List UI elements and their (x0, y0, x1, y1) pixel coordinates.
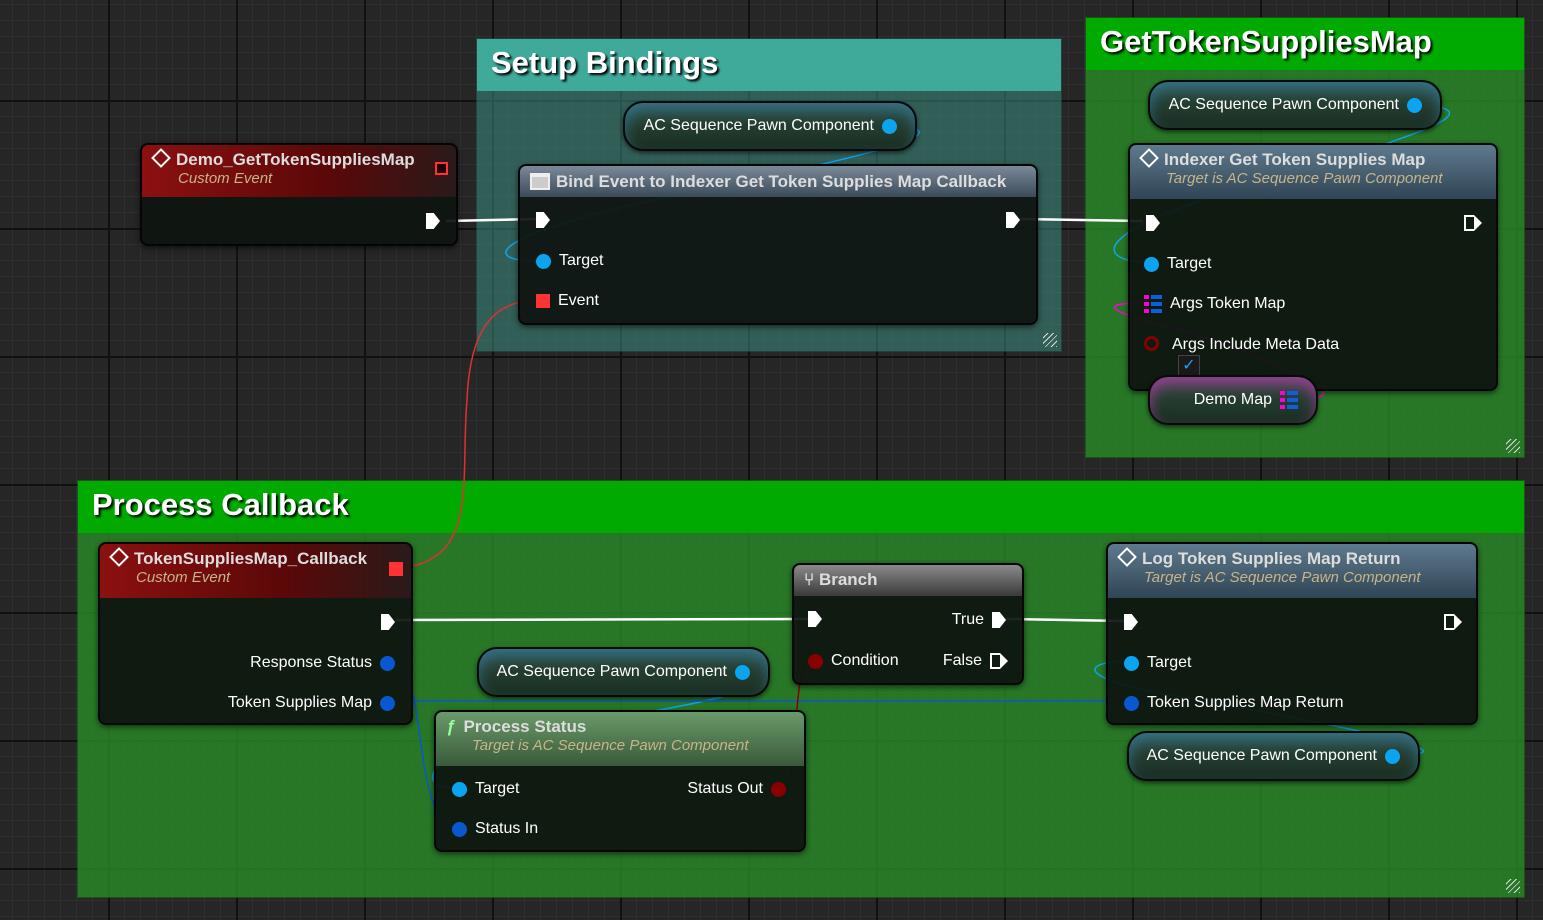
exec-in-pin[interactable] (1124, 614, 1138, 630)
node-header: Demo_GetTokenSuppliesMap Custom Event (142, 145, 456, 197)
pin-label: Event (558, 292, 599, 309)
function-icon: ƒ (446, 717, 456, 736)
condition-pin[interactable] (808, 653, 823, 669)
exec-in-pin[interactable] (808, 611, 822, 627)
node-title: Bind Event to Indexer Get Token Supplies… (556, 171, 1007, 191)
variable-label: AC Sequence Pawn Component (643, 117, 874, 134)
false-exec-pin[interactable] (990, 653, 1008, 669)
variable-label: AC Sequence Pawn Component (496, 663, 727, 680)
node-subtitle: Target is AC Sequence Pawn Component (1144, 569, 1421, 586)
event-diamond-icon (109, 547, 129, 567)
object-out-pin[interactable] (1385, 748, 1400, 764)
include-meta-checkbox[interactable]: ✓ (1178, 355, 1200, 377)
pin-label: False (942, 652, 982, 669)
pin-label: Args Token Map (1170, 295, 1286, 312)
pin-label: Target (1167, 255, 1212, 272)
target-pin[interactable] (536, 253, 551, 269)
pin-label: Token Supplies Map (227, 694, 372, 711)
pin-label: Token Supplies Map Return (1147, 694, 1344, 711)
exec-in-pin[interactable] (536, 212, 550, 228)
map-pin-icon[interactable] (1144, 295, 1162, 313)
target-pin[interactable] (1144, 256, 1159, 272)
event-pin[interactable] (536, 294, 550, 308)
node-header: TokenSuppliesMap_Callback Custom Event (100, 544, 411, 598)
delegate-pin[interactable] (389, 562, 403, 576)
object-out-pin[interactable] (882, 118, 897, 134)
pin-label: Status Out (687, 780, 763, 797)
response-status-pin[interactable] (380, 655, 395, 671)
node-subtitle: Custom Event (136, 569, 231, 586)
node-demo-custom-event[interactable]: Demo_GetTokenSuppliesMap Custom Event (140, 143, 458, 246)
node-header: Bind Event to Indexer Get Token Supplies… (520, 166, 1036, 197)
node-process-status[interactable]: ƒ Process Status Target is AC Sequence Pa… (434, 710, 806, 852)
node-title: Branch (818, 570, 878, 589)
node-title: Log Token Supplies Map Return (1142, 549, 1401, 568)
event-diamond-icon (151, 148, 171, 168)
node-header: ƒ Process Status Target is AC Sequence Pa… (436, 712, 804, 766)
true-exec-pin[interactable] (992, 612, 1006, 628)
node-title: TokenSuppliesMap_Callback (134, 549, 368, 568)
variable-ac-sequence-pawn-component[interactable]: AC Sequence Pawn Component (623, 101, 917, 151)
function-diamond-icon (1139, 148, 1159, 168)
node-subtitle: Target is AC Sequence Pawn Component (472, 737, 749, 754)
branch-icon: ⑂ (804, 570, 815, 589)
node-token-supplies-map-callback[interactable]: TokenSuppliesMap_Callback Custom Event R… (98, 542, 413, 725)
delegate-pin[interactable] (435, 162, 448, 175)
node-header: Log Token Supplies Map Return Target is … (1108, 544, 1476, 598)
status-in-pin[interactable] (452, 821, 467, 837)
exec-out-pin[interactable] (1006, 212, 1020, 228)
target-pin[interactable] (1124, 655, 1139, 671)
event-wire (399, 299, 541, 569)
node-indexer-get-token-supplies-map[interactable]: Indexer Get Token Supplies Map Target is… (1128, 143, 1498, 391)
bind-event-icon (530, 173, 550, 190)
node-title: Process Status (463, 717, 587, 736)
node-title: Demo_GetTokenSuppliesMap (176, 150, 415, 169)
node-title: Indexer Get Token Supplies Map (1164, 150, 1426, 169)
exec-out-pin[interactable] (1444, 614, 1462, 630)
function-diamond-icon (1117, 547, 1137, 567)
variable-label: AC Sequence Pawn Component (1146, 747, 1377, 764)
variable-ac-sequence-pawn-component[interactable]: AC Sequence Pawn Component (477, 647, 770, 697)
variable-label: Demo Map (1193, 391, 1272, 408)
exec-out-pin[interactable] (381, 614, 395, 630)
pin-label: Condition (831, 652, 899, 669)
pin-label: Args Include Meta Data (1172, 336, 1340, 353)
token-supplies-map-pin[interactable] (380, 695, 395, 711)
variable-ac-sequence-pawn-component[interactable]: AC Sequence Pawn Component (1127, 731, 1420, 781)
exec-out-pin[interactable] (1464, 215, 1482, 231)
object-out-pin[interactable] (735, 664, 750, 680)
exec-out-pin[interactable] (426, 213, 440, 229)
exec-wire (395, 617, 809, 622)
pin-label: Target (1147, 654, 1192, 671)
exec-wire (1019, 217, 1144, 223)
pin-label: True (951, 611, 984, 628)
variable-label: AC Sequence Pawn Component (1168, 96, 1399, 113)
node-subtitle: Custom Event (178, 170, 273, 187)
node-log-token-supplies-map-return[interactable]: Log Token Supplies Map Return Target is … (1106, 542, 1478, 725)
pin-label: Status In (475, 820, 539, 837)
pin-label: Target (475, 780, 520, 797)
pin-label: Target (559, 252, 604, 269)
variable-ac-sequence-pawn-component[interactable]: AC Sequence Pawn Component (1148, 80, 1442, 130)
node-header: ⑂ Branch (794, 565, 1022, 596)
node-bind-event[interactable]: Bind Event to Indexer Get Token Supplies… (518, 164, 1038, 325)
pin-label: Response Status (250, 654, 372, 671)
token-supplies-map-return-pin[interactable] (1124, 695, 1139, 711)
bool-pin[interactable] (1144, 336, 1159, 351)
variable-demo-map[interactable]: Demo Map (1148, 375, 1318, 425)
exec-in-pin[interactable] (1146, 215, 1160, 231)
object-out-pin[interactable] (1407, 97, 1422, 113)
target-pin[interactable] (452, 781, 467, 797)
map-pin-icon[interactable] (1280, 391, 1298, 409)
node-branch[interactable]: ⑂ Branch True Condition False (792, 563, 1024, 685)
status-out-pin[interactable] (771, 781, 786, 797)
node-subtitle: Target is AC Sequence Pawn Component (1166, 170, 1443, 187)
node-header: Indexer Get Token Supplies Map Target is… (1130, 145, 1496, 199)
